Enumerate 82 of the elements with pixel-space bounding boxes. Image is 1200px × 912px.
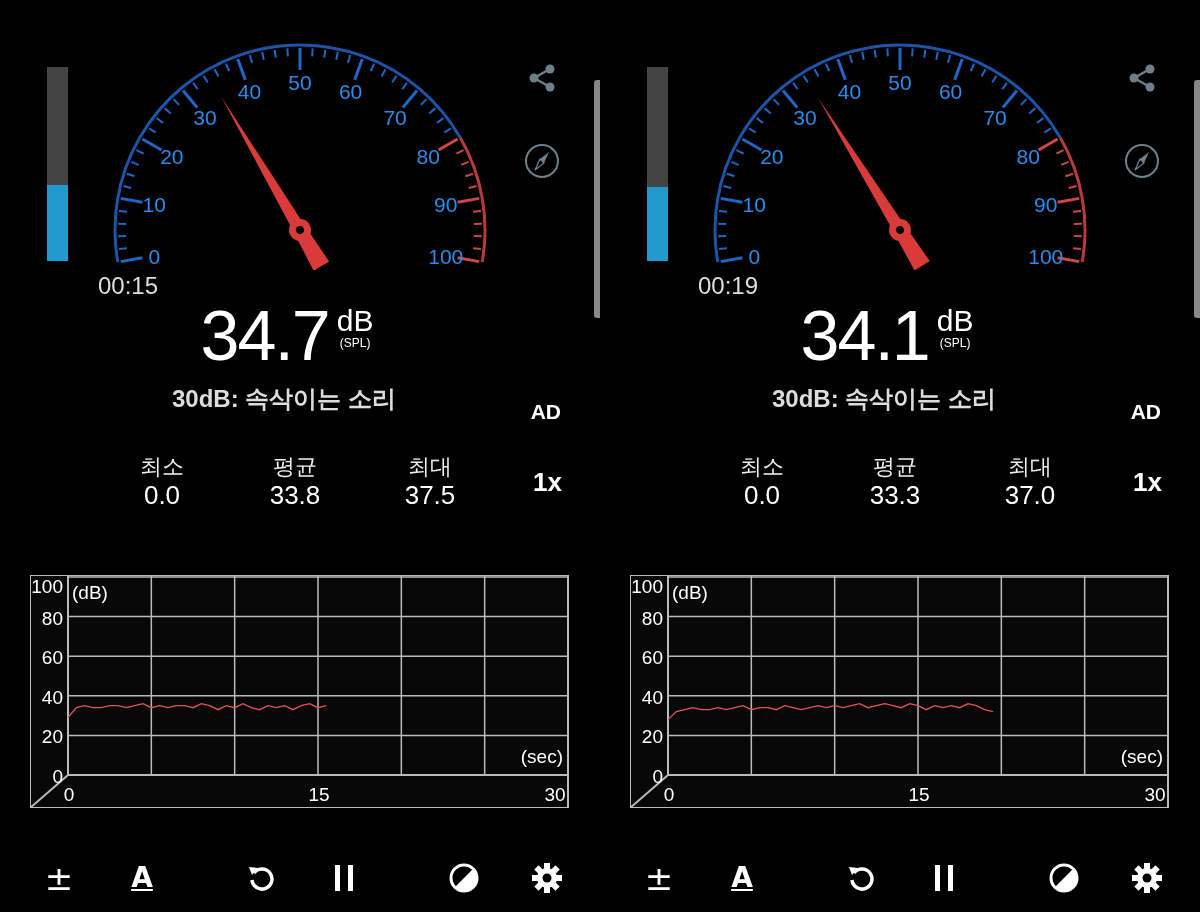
scale-label: 0 [148,244,161,268]
scale-label: 30 [193,105,217,129]
settings-icon[interactable] [1131,862,1163,894]
y-axis-label: 20 [41,726,63,748]
scale-label: 70 [983,105,1007,129]
y-axis-label: 80 [41,607,63,629]
stat-label: 평균 [273,454,317,480]
sound-level-reading: 34.1 [800,300,929,372]
level-description: 30dB: 속삭이는 소리 [772,384,996,414]
scale-label: 100 [428,244,464,268]
stat-value: 0.0 [143,480,181,510]
x-axis-label: 30 [1144,784,1166,805]
y-axis-label: 60 [41,647,63,669]
scale-label: 100 [1028,244,1064,268]
scale-label: 80 [416,145,440,168]
x-axis-label: 30 [544,784,566,805]
scale-label: 20 [160,145,184,168]
y-axis-label: 0 [652,766,663,787]
share-icon[interactable] [1127,63,1157,93]
y-axis-label: 80 [641,607,663,629]
y-axis-label: 40 [641,686,663,708]
speed-button[interactable]: 1x [1133,466,1162,498]
y-axis-label: 60 [641,647,663,669]
mode-button[interactable]: AD [1130,400,1161,424]
scale-label: 90 [434,193,458,217]
contrast-icon[interactable] [449,863,479,893]
unit-label: dB [936,306,974,336]
stat-label: 최소 [140,454,184,480]
scale-label: 60 [938,79,963,103]
y-axis-title: (dB) [72,582,108,603]
scale-label: 60 [338,79,363,103]
stat-value: 37.5 [404,480,456,510]
x-axis-label: 0 [63,784,75,805]
x-axis-title: (sec) [1120,746,1163,767]
sound-level-reading: 34.7 [200,300,329,372]
y-axis-label: 100 [31,576,63,597]
scale-label: 50 [288,71,312,94]
scale-label: 40 [837,79,862,103]
contrast-icon[interactable] [1049,863,1079,893]
speed-button[interactable]: 1x [533,466,562,498]
stat-value: 0.0 [743,480,781,510]
a-weighting-button[interactable]: A [127,860,157,896]
compass-icon[interactable] [1124,143,1160,179]
scale-label: 30 [793,105,817,129]
share-icon[interactable] [527,63,557,93]
plus-minus-button[interactable]: ± [644,860,674,896]
scale-label: 0 [748,244,761,268]
x-axis-label: 15 [908,784,930,805]
stat-label: 평균 [873,454,917,480]
y-axis-label: 20 [641,726,663,748]
scale-label: 20 [760,145,784,168]
x-axis-label: 0 [663,784,675,805]
y-axis-label: 100 [631,576,663,597]
scale-label: 40 [237,79,262,103]
settings-icon[interactable] [531,862,563,894]
y-axis-label: 40 [41,686,63,708]
scale-label: 80 [1016,145,1040,168]
plus-minus-button[interactable]: ± [44,860,74,896]
scale-label: 90 [1034,193,1058,217]
elapsed-time: 00:19 [698,272,760,300]
level-description: 30dB: 속삭이는 소리 [172,384,396,414]
elapsed-time: 00:15 [98,272,160,300]
stat-label: 최대 [408,454,452,480]
a-weighting-button[interactable]: A [727,860,757,896]
stat-value: 33.3 [869,480,921,510]
stat-label: 최소 [740,454,784,480]
scale-label: 70 [383,105,407,129]
scale-label: 50 [888,71,912,94]
stat-value: 37.0 [1004,480,1056,510]
unit-note: (SPL) [939,336,971,350]
scale-label: 10 [142,193,166,217]
y-axis-label: 0 [52,766,63,787]
y-axis-title: (dB) [672,582,708,603]
scale-label: 10 [742,193,766,217]
unit-label: dB [336,306,374,336]
compass-icon[interactable] [524,143,560,179]
mode-button[interactable]: AD [530,400,561,424]
unit-note: (SPL) [339,336,371,350]
x-axis-label: 15 [308,784,330,805]
stat-value: 33.8 [269,480,321,510]
stat-label: 최대 [1008,454,1052,480]
x-axis-title: (sec) [520,746,563,767]
